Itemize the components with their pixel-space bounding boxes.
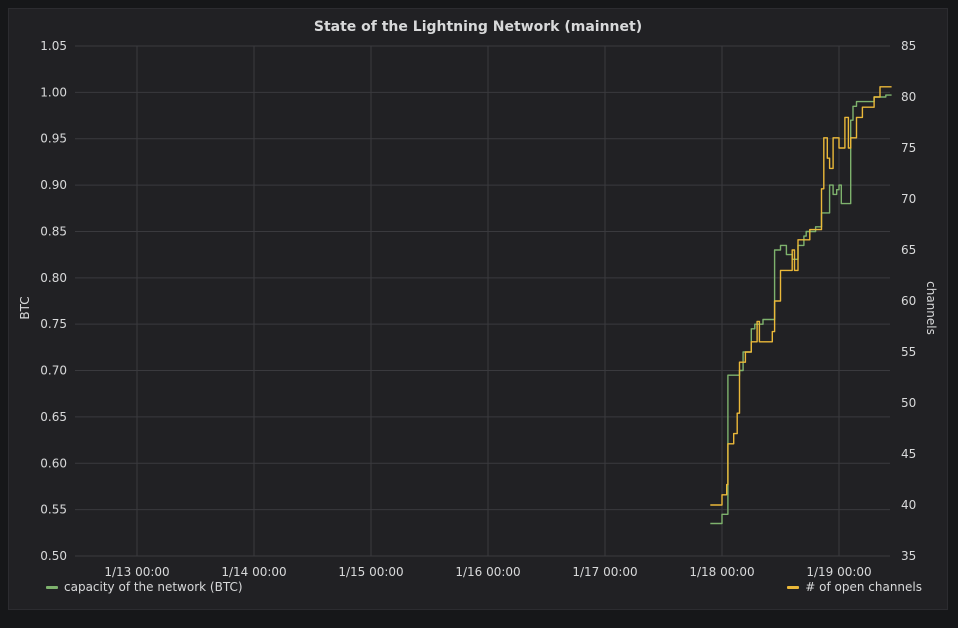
legend-label-channels: # of open channels	[805, 580, 922, 594]
x-tick-label: 1/18 00:00	[689, 565, 754, 579]
legend-swatch-capacity	[46, 585, 58, 589]
x-tick-label: 1/15 00:00	[338, 565, 403, 579]
y-axis-right: 35 40 45 50 55 60 65 70 75 80 85	[901, 39, 916, 563]
y2-axis-label: channels	[924, 281, 938, 335]
x-tick-label: 1/17 00:00	[572, 565, 637, 579]
y2-tick-label: 60	[901, 294, 916, 308]
y2-tick-label: 70	[901, 192, 916, 206]
y2-tick-label: 85	[901, 39, 916, 53]
x-tick-label: 1/16 00:00	[455, 565, 520, 579]
y-axis-left: 0.50 0.55 0.60 0.65 0.70 0.75 0.80 0.85 0.90 0.95…	[40, 39, 67, 563]
y2-tick-label: 50	[901, 396, 916, 410]
y-tick-label: 0.95	[40, 132, 67, 146]
chart-canvas: 0.50 0.55 0.60 0.65 0.70 0.75 0.80 0.85 0.90 0.95…	[18, 39, 938, 579]
y-tick-label: 0.60	[40, 456, 67, 470]
series-group	[710, 86, 892, 525]
series-line-channels	[710, 86, 892, 506]
y2-tick-label: 65	[901, 243, 916, 257]
grid-lines	[75, 45, 890, 557]
y2-tick-label: 80	[901, 90, 916, 104]
y2-tick-label: 40	[901, 498, 916, 512]
y-axis-label: BTC	[18, 296, 32, 319]
y-tick-label: 0.55	[40, 503, 67, 517]
y-tick-label: 0.70	[40, 364, 67, 378]
legend-left[interactable]: capacity of the network (BTC)	[46, 578, 243, 596]
x-tick-label: 1/13 00:00	[104, 565, 169, 579]
y-tick-label: 1.05	[40, 39, 67, 53]
series-line-capacity	[710, 94, 892, 525]
y-tick-label: 0.90	[40, 178, 67, 192]
x-tick-label: 1/19 00:00	[806, 565, 871, 579]
legend-label-capacity: capacity of the network (BTC)	[64, 580, 243, 594]
y-tick-label: 0.50	[40, 549, 67, 563]
y-tick-label: 0.75	[40, 317, 67, 331]
x-axis: 1/13 00:00 1/14 00:00 1/15 00:00 1/16 00:00…	[104, 565, 871, 579]
y-tick-label: 1.00	[40, 85, 67, 99]
legend-right[interactable]: # of open channels	[787, 578, 922, 596]
y2-tick-label: 35	[901, 549, 916, 563]
y2-tick-label: 45	[901, 447, 916, 461]
y2-tick-label: 55	[901, 345, 916, 359]
y-tick-label: 0.85	[40, 224, 67, 238]
legend-swatch-channels	[787, 585, 800, 589]
x-tick-label: 1/14 00:00	[221, 565, 286, 579]
y-tick-label: 0.65	[40, 410, 67, 424]
y-tick-label: 0.80	[40, 271, 67, 285]
y2-tick-label: 75	[901, 141, 916, 155]
